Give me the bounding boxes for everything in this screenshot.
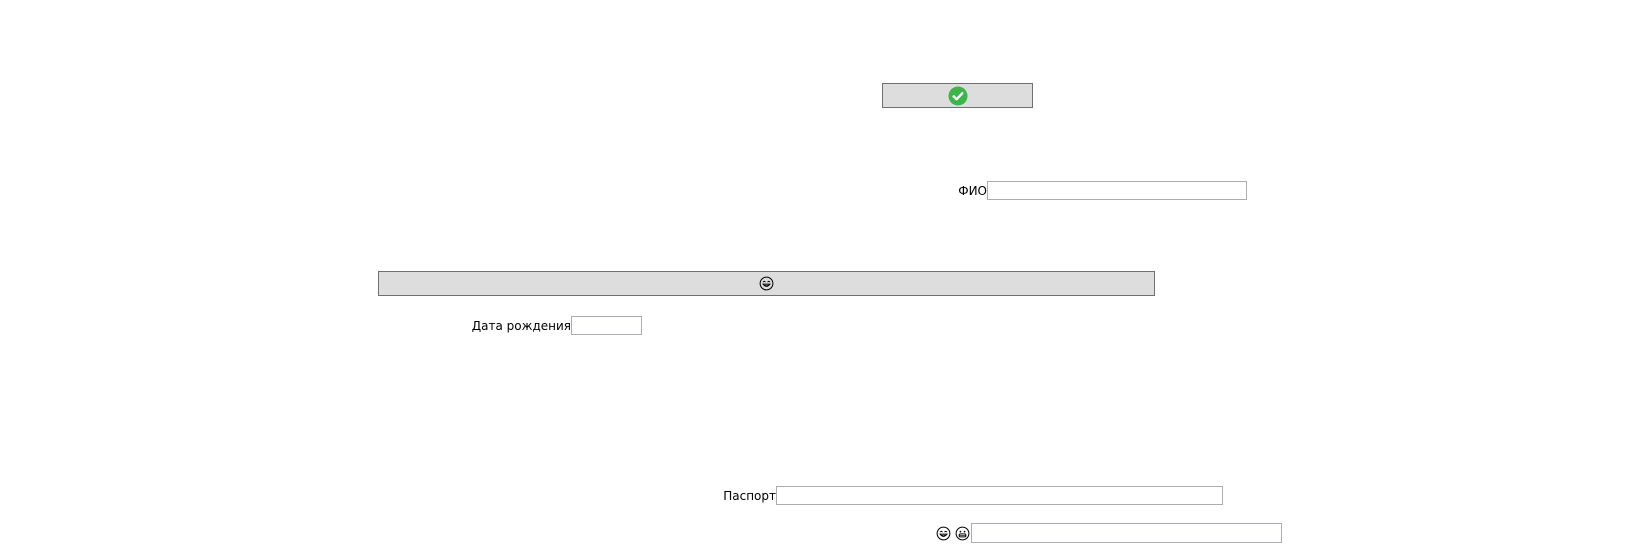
birth-date-label: Дата рождения — [471, 319, 571, 333]
confirm-button[interactable] — [882, 83, 1033, 108]
check-circle-icon — [948, 86, 968, 106]
fio-label: ФИО — [958, 184, 987, 198]
passport-input[interactable] — [776, 486, 1223, 505]
emoji-input[interactable] — [971, 523, 1282, 543]
birth-date-input[interactable] — [571, 316, 642, 335]
laughing-face-icon — [936, 526, 951, 541]
emoji-button[interactable] — [378, 271, 1155, 296]
fio-input[interactable] — [987, 181, 1247, 200]
passport-label: Паспорт — [723, 489, 776, 503]
laughing-face-icon — [759, 276, 774, 291]
grinning-face-icon — [955, 526, 970, 541]
